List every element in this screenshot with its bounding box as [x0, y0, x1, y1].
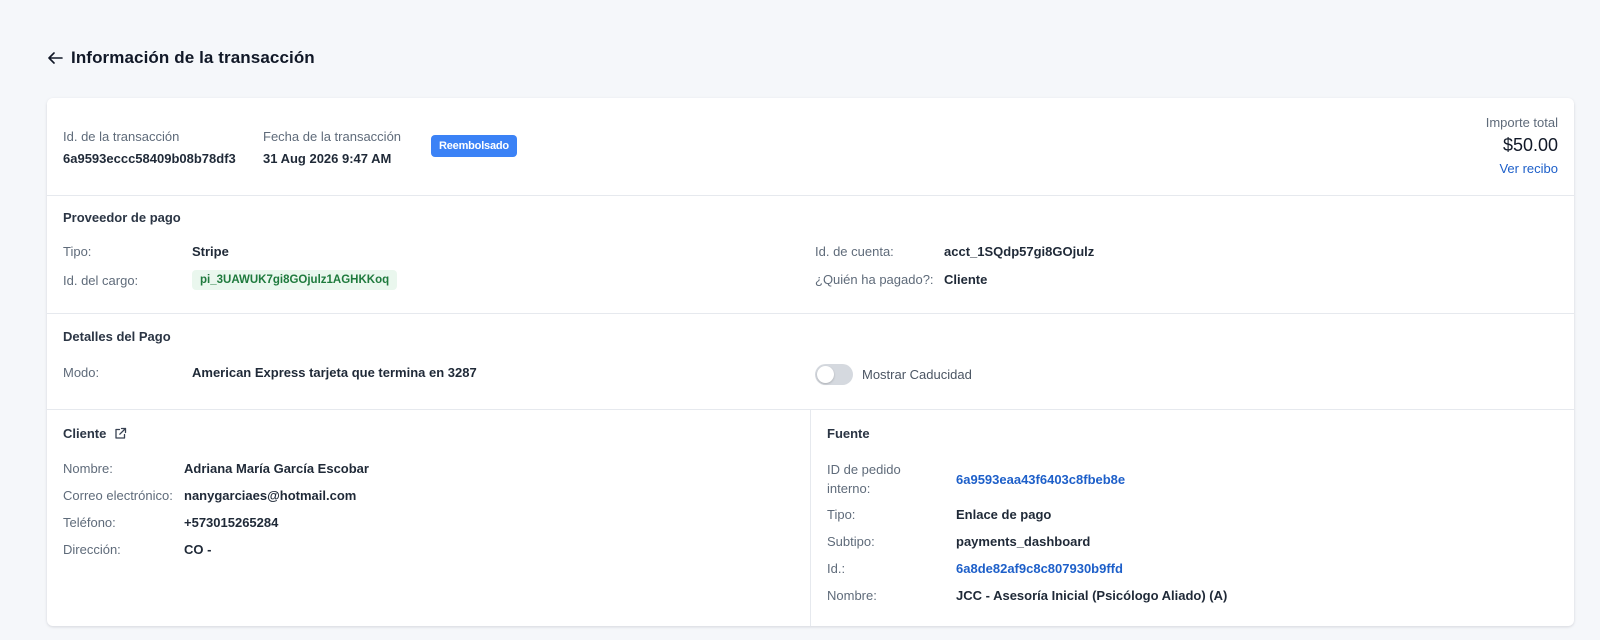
customer-email-value: nanygarciaes@hotmail.com	[184, 488, 357, 503]
total-amount-block: Importe total $50.00 Ver recibo	[1486, 115, 1558, 176]
transaction-id-value: 6a9593eccc58409b08b78df3	[63, 151, 236, 166]
customer-address-row: Dirección: CO -	[63, 542, 211, 557]
charge-id-label: Id. del cargo:	[63, 272, 139, 288]
show-expiry-label: Mostrar Caducidad	[862, 367, 972, 382]
customer-name-label: Nombre:	[63, 461, 113, 476]
customer-phone-row: Teléfono: +573015265284	[63, 515, 278, 530]
source-subtype-row: Subtipo: payments_dashboard	[827, 534, 1090, 549]
payment-details-section: Detalles del Pago Modo: American Express…	[47, 314, 1574, 409]
source-type-value: Enlace de pago	[956, 507, 1052, 522]
transaction-id-field: Id. de la transacción 6a9593eccc58409b08…	[63, 128, 236, 166]
payment-mode-row: Modo: American Express tarjeta que termi…	[63, 365, 477, 380]
customer-address-label: Dirección:	[63, 542, 121, 557]
transaction-id-label: Id. de la transacción	[63, 129, 180, 144]
payer-value: Cliente	[944, 272, 988, 287]
account-id-row: Id. de cuenta: acct_1SQdp57gi8GOjulz	[815, 244, 1094, 259]
source-id-label: Id.:	[827, 561, 846, 576]
payment-mode-label: Modo:	[63, 365, 100, 380]
toggle-knob	[817, 366, 834, 383]
status-badge: Reembolsado	[431, 135, 517, 157]
page-title: Información de la transacción	[71, 48, 315, 67]
source-id-link[interactable]: 6a8de82af9c8c807930b9ffd	[956, 561, 1123, 576]
show-expiry-toggle[interactable]	[815, 364, 853, 385]
customer-email-label: Correo electrónico:	[63, 488, 173, 503]
source-name-label: Nombre:	[827, 588, 877, 603]
source-section: Fuente ID de pedido interno: 6a9593eaa43…	[811, 410, 1574, 626]
provider-type-row: Tipo: Stripe	[63, 244, 229, 259]
source-name-row: Nombre: JCC - Asesoría Inicial (Psicólog…	[827, 588, 1227, 603]
transaction-date-value: 31 Aug 2026 9:47 AM	[263, 151, 392, 166]
source-type-label: Tipo:	[827, 507, 856, 522]
customer-phone-value: +573015265284	[184, 515, 279, 530]
payment-provider-title: Proveedor de pago	[63, 210, 181, 225]
customer-name-value: Adriana María García Escobar	[184, 461, 369, 476]
payer-row: ¿Quién ha pagado?: Cliente	[815, 272, 987, 287]
account-id-label: Id. de cuenta:	[815, 244, 894, 259]
source-type-row: Tipo: Enlace de pago	[827, 507, 1051, 522]
source-order-row: ID de pedido interno: 6a9593eaa43f6403c8…	[827, 460, 1125, 498]
transaction-date-field: Fecha de la transacción 31 Aug 2026 9:47…	[263, 128, 401, 166]
customer-address-value: CO -	[184, 542, 212, 557]
page-header: Información de la transacción	[47, 48, 315, 68]
payer-label: ¿Quién ha pagado?:	[815, 272, 934, 287]
source-order-label-line1: ID de pedido	[827, 462, 901, 477]
source-order-label: ID de pedido interno:	[827, 460, 956, 498]
source-order-id-link[interactable]: 6a9593eaa43f6403c8fbeb8e	[956, 472, 1125, 487]
source-id-row: Id.: 6a8de82af9c8c807930b9ffd	[827, 561, 1123, 576]
customer-phone-label: Teléfono:	[63, 515, 116, 530]
payment-details-title: Detalles del Pago	[63, 329, 171, 344]
transaction-date-label: Fecha de la transacción	[263, 129, 402, 144]
view-receipt-link[interactable]: Ver recibo	[1486, 161, 1558, 176]
provider-type-value: Stripe	[192, 244, 229, 259]
transaction-summary: Id. de la transacción 6a9593eccc58409b08…	[47, 98, 1574, 195]
customer-section: Cliente Nombre: Adriana María García Esc…	[47, 410, 810, 626]
transaction-card: Id. de la transacción 6a9593eccc58409b08…	[47, 98, 1574, 626]
customer-title: Cliente	[63, 426, 107, 441]
source-order-label-line2: interno:	[827, 481, 871, 496]
source-name-value: JCC - Asesoría Inicial (Psicólogo Aliado…	[956, 588, 1228, 603]
customer-header: Cliente	[63, 426, 127, 441]
customer-email-row: Correo electrónico: nanygarciaes@hotmail…	[63, 488, 356, 503]
back-arrow-icon[interactable]	[47, 50, 63, 66]
provider-type-label: Tipo:	[63, 244, 92, 259]
charge-id-row: Id. del cargo: pi_3UAWUK7gi8GOjulz1AGHKK…	[63, 270, 398, 290]
payment-mode-value: American Express tarjeta que termina en …	[192, 365, 477, 380]
payment-provider-section: Proveedor de pago Tipo: Stripe Id. del c…	[47, 196, 1574, 313]
charge-id-chip[interactable]: pi_3UAWUK7gi8GOjulz1AGHKKoq	[192, 270, 398, 290]
source-subtype-label: Subtipo:	[827, 534, 875, 549]
source-subtype-value: payments_dashboard	[956, 534, 1091, 549]
total-amount-value: $50.00	[1502, 135, 1558, 155]
source-title: Fuente	[827, 426, 870, 441]
account-id-value: acct_1SQdp57gi8GOjulz	[944, 244, 1095, 259]
total-amount-label: Importe total	[1485, 115, 1558, 130]
external-link-icon[interactable]	[114, 427, 127, 440]
customer-name-row: Nombre: Adriana María García Escobar	[63, 461, 369, 476]
